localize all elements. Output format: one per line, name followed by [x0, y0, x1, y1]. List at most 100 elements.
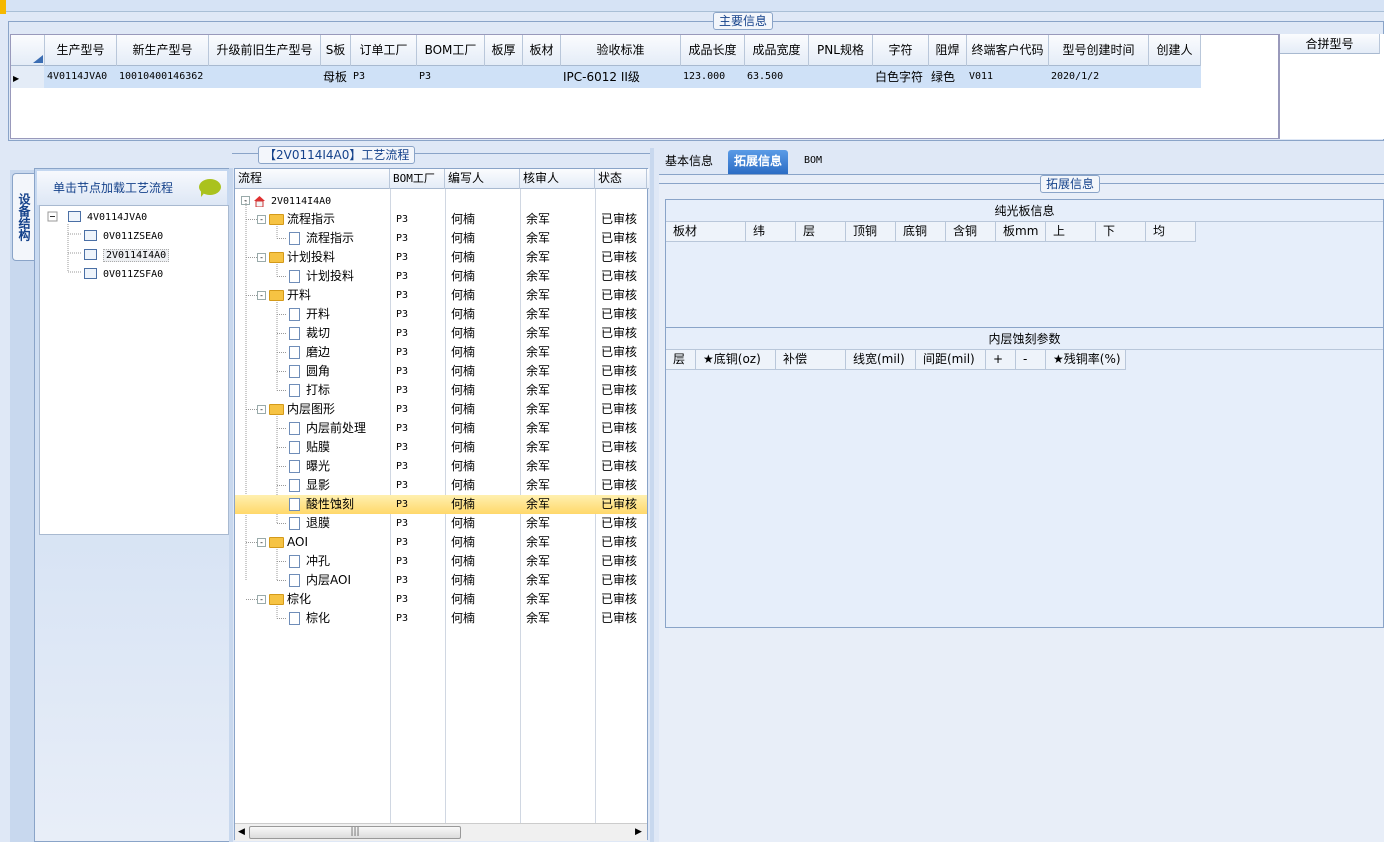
table-cell[interactable] [809, 66, 873, 88]
row-header-corner[interactable] [11, 35, 45, 66]
column-header[interactable]: + [986, 350, 1016, 370]
process-row[interactable]: 裁切 P3 何楠 余军 已审核 [235, 324, 647, 343]
column-header[interactable]: - [1016, 350, 1046, 370]
process-row[interactable]: 内层AOI P3 何楠 余军 已审核 [235, 571, 647, 590]
column-header[interactable]: 成品宽度 [745, 35, 809, 66]
process-row[interactable]: 退膜 P3 何楠 余军 已审核 [235, 514, 647, 533]
column-header[interactable]: 订单工厂 [351, 35, 417, 66]
process-row[interactable]: 开料 P3 何楠 余军 已审核 [235, 305, 647, 324]
column-header[interactable]: S板 [321, 35, 351, 66]
table-cell[interactable]: 63.500 [745, 66, 809, 88]
table-cell[interactable] [1149, 66, 1201, 88]
tab-device-structure[interactable]: 设备结构 [12, 173, 34, 261]
column-header[interactable]: 板mm [996, 222, 1046, 242]
process-row[interactable]: 曝光 P3 何楠 余军 已审核 [235, 457, 647, 476]
tab-basic-info[interactable]: 基本信息 [659, 150, 719, 174]
column-header[interactable]: 型号创建时间 [1049, 35, 1149, 66]
column-header[interactable]: 阻焊 [929, 35, 967, 66]
table-cell[interactable]: 4V0114JVA0 [45, 66, 117, 88]
tree-node-root[interactable]: 4V0114JVA0 [68, 207, 147, 225]
column-header[interactable]: 含铜 [946, 222, 996, 242]
process-row[interactable]: - AOI P3 何楠 余军 已审核 [235, 533, 647, 552]
table-cell[interactable]: 2020/1/2 [1049, 66, 1149, 88]
column-header[interactable]: PNL规格 [809, 35, 873, 66]
table-cell[interactable]: 123.000 [681, 66, 745, 88]
column-header[interactable]: 底铜 [896, 222, 946, 242]
process-row[interactable]: 显影 P3 何楠 余军 已审核 [235, 476, 647, 495]
column-header[interactable]: BOM工厂 [417, 35, 485, 66]
column-header[interactable]: 层 [666, 350, 696, 370]
horizontal-scrollbar[interactable]: ◀ ||| ▶ [235, 823, 647, 841]
merge-model-panel[interactable]: 合拼型号 [1279, 34, 1384, 139]
column-header[interactable]: 均 [1146, 222, 1196, 242]
process-row[interactable]: 棕化 P3 何楠 余军 已审核 [235, 609, 647, 628]
process-row[interactable]: 磨边 P3 何楠 余军 已审核 [235, 343, 647, 362]
table-cell[interactable]: IPC-6012 II级 [561, 66, 681, 88]
column-header[interactable]: 生产型号 [45, 35, 117, 66]
collapse-toggle-icon[interactable]: - [257, 253, 266, 262]
column-header[interactable]: 上 [1046, 222, 1096, 242]
process-row[interactable]: 流程指示 P3 何楠 余军 已审核 [235, 229, 647, 248]
table-cell[interactable]: V011 [967, 66, 1049, 88]
column-header[interactable]: 流程 [235, 169, 390, 189]
tree-node-child[interactable]: 0V011ZSFA0 [84, 264, 163, 282]
column-header[interactable]: ★底铜(oz) [696, 350, 776, 370]
process-row[interactable]: - 计划投料 P3 何楠 余军 已审核 [235, 248, 647, 267]
column-header[interactable]: 板厚 [485, 35, 523, 66]
table-cell[interactable]: 10010400146362 [117, 66, 209, 88]
column-header[interactable]: 验收标准 [561, 35, 681, 66]
tab-extended-info[interactable]: 拓展信息 [728, 150, 789, 174]
tab-bom[interactable]: BOM [798, 150, 828, 174]
process-row[interactable]: 打标 P3 何楠 余军 已审核 [235, 381, 647, 400]
column-header[interactable]: 终端客户代码 [967, 35, 1049, 66]
process-root-row[interactable]: -2V0114I4A0 [235, 191, 647, 210]
node-tree[interactable]: 4V0114JVA0 0V011ZSEA0 2V0114I4A0 0V011ZS… [39, 205, 229, 535]
column-header[interactable]: 间距(mil) [916, 350, 986, 370]
table-row[interactable]: ▶ 4V0114JVA0 10010400146362 母板 P3 P3 IPC-6012 … [11, 66, 1201, 88]
table-cell[interactable]: 白色字符 [873, 66, 929, 88]
scroll-right-icon[interactable]: ▶ [635, 827, 642, 837]
process-row[interactable]: 内层前处理 P3 何楠 余军 已审核 [235, 419, 647, 438]
row-indicator[interactable]: ▶ [11, 66, 45, 88]
scroll-thumb[interactable]: ||| [249, 826, 461, 839]
tree-node-child[interactable]: 0V011ZSEA0 [84, 226, 163, 244]
main-info-grid[interactable]: 生产型号 新生产型号 升级前旧生产型号 S板 订单工厂 BOM工厂 板厚 板材 验收标准 成品长度… [10, 34, 1279, 139]
process-row[interactable]: 贴膜 P3 何楠 余军 已审核 [235, 438, 647, 457]
column-header[interactable]: 板材 [666, 222, 746, 242]
column-header[interactable]: 字符 [873, 35, 929, 66]
scroll-left-icon[interactable]: ◀ [238, 827, 245, 837]
table-cell[interactable]: P3 [351, 66, 417, 88]
collapse-toggle-icon[interactable]: - [257, 405, 266, 414]
column-header[interactable]: ★残铜率(%) [1046, 350, 1126, 370]
column-header[interactable]: 升级前旧生产型号 [209, 35, 321, 66]
collapse-toggle-icon[interactable]: - [257, 291, 266, 300]
splitter-right[interactable] [650, 148, 654, 842]
column-header[interactable]: 补偿 [776, 350, 846, 370]
collapse-toggle-icon[interactable]: - [257, 538, 266, 547]
column-header[interactable]: BOM工厂 [390, 169, 445, 189]
collapse-toggle-icon[interactable]: - [257, 215, 266, 224]
splitter-left[interactable] [229, 168, 233, 842]
process-row[interactable]: 冲孔 P3 何楠 余军 已审核 [235, 552, 647, 571]
column-header[interactable]: 状态 [595, 169, 647, 189]
column-header[interactable]: 线宽(mil) [846, 350, 916, 370]
table-cell[interactable] [523, 66, 561, 88]
column-header[interactable]: 纬 [746, 222, 796, 242]
table-cell[interactable]: P3 [417, 66, 485, 88]
column-header[interactable]: 编写人 [445, 169, 520, 189]
column-header[interactable]: 板材 [523, 35, 561, 66]
process-row[interactable]: 圆角 P3 何楠 余军 已审核 [235, 362, 647, 381]
process-row[interactable]: 计划投料 P3 何楠 余军 已审核 [235, 267, 647, 286]
column-header[interactable]: 层 [796, 222, 846, 242]
process-tree-grid[interactable]: 流程 BOM工厂 编写人 核审人 状态 -2V0114I4A0 - 流程指示 P3 何楠 余军已… [234, 168, 649, 841]
process-row[interactable]: - 流程指示 P3 何楠 余军 已审核 [235, 210, 647, 229]
column-header[interactable]: 顶铜 [846, 222, 896, 242]
process-row[interactable]: 酸性蚀刻 P3 何楠 余军 已审核 [235, 495, 647, 514]
table-cell[interactable] [485, 66, 523, 88]
table-cell[interactable] [209, 66, 321, 88]
tree-node-child-selected[interactable]: 2V0114I4A0 [84, 245, 170, 263]
table-cell[interactable]: 母板 [321, 66, 351, 88]
column-header[interactable]: 新生产型号 [117, 35, 209, 66]
process-row[interactable]: - 开料 P3 何楠 余军 已审核 [235, 286, 647, 305]
column-header[interactable]: 核审人 [520, 169, 595, 189]
